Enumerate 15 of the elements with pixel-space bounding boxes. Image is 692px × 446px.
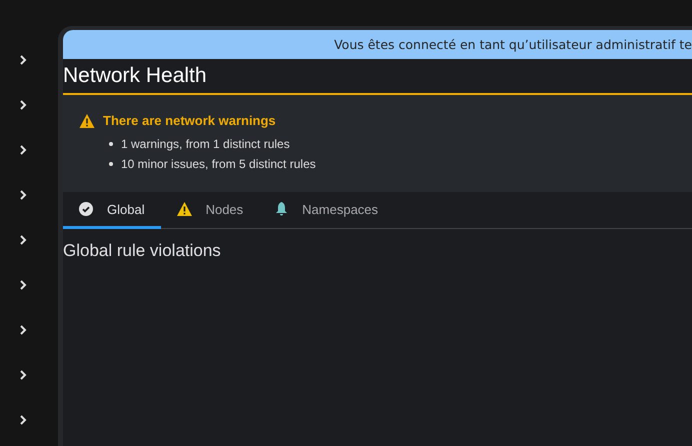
tab[interactable]: Nodes <box>160 192 260 229</box>
bullet-icon <box>109 162 113 166</box>
warning-icon <box>176 202 192 216</box>
alert-title: There are network warnings <box>103 113 276 128</box>
banner-text: Vous êtes connecté en tant qu’utilisateur administratif te <box>334 37 692 52</box>
tab[interactable]: Namespaces <box>259 192 394 229</box>
section-title: Global rule violations <box>63 241 222 261</box>
warning-icon <box>79 114 95 128</box>
page-title: Network Health <box>63 64 207 88</box>
tab[interactable]: Global <box>63 192 161 229</box>
check-circle-icon <box>79 202 93 216</box>
alert-item: 10 minor issues, from 5 distinct rules <box>121 156 316 173</box>
bullet-icon <box>109 142 113 146</box>
alert-item: 1 warnings, from 1 distinct rules <box>121 136 290 153</box>
bell-icon <box>275 202 288 216</box>
